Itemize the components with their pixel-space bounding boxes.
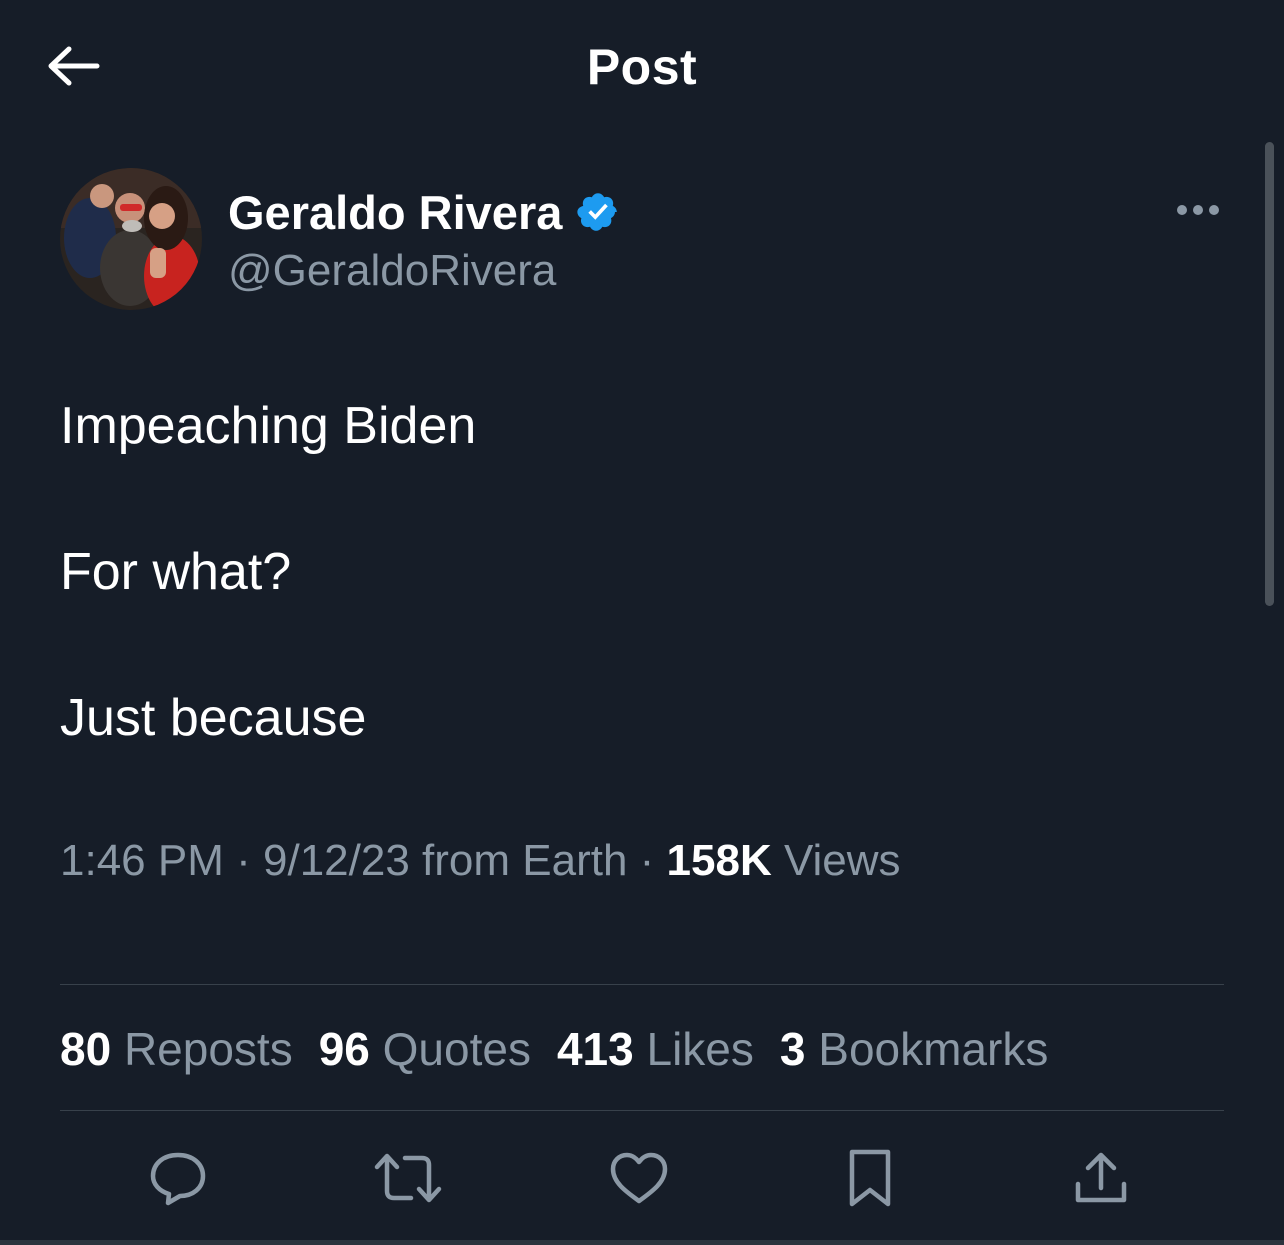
post-text-line-3: Just because [60,689,367,747]
post-time[interactable]: 1:46 PM [60,836,224,885]
like-button[interactable] [601,1140,677,1216]
top-bar: Post [0,0,1284,132]
share-button[interactable] [1063,1140,1139,1216]
bottom-divider [0,1240,1284,1245]
post-text-line-1: Impeaching Biden [60,397,477,455]
share-icon [1075,1152,1127,1203]
reply-button[interactable] [140,1140,216,1216]
action-bar [0,1140,1284,1216]
post-meta: 1:46 PM · 9/12/23 from Earth · 158K View… [60,836,901,886]
stat-likes[interactable]: 413 Likes [557,1022,754,1076]
avatar[interactable] [60,168,202,310]
repost-icon [374,1153,442,1203]
stat-label: Bookmarks [818,1023,1049,1075]
more-dots-icon [1177,205,1219,215]
avatar-photo [60,168,202,310]
stat-count: 96 [318,1023,370,1075]
scrollbar[interactable] [1265,142,1274,606]
stat-label: Reposts [123,1023,293,1075]
author-handle[interactable]: @GeraldoRivera [228,246,556,296]
divider [60,1110,1224,1111]
meta-separator: · [236,836,251,885]
views-count: 158K [666,836,772,885]
stat-quotes[interactable]: 96 Quotes [319,1022,531,1076]
stat-bookmarks[interactable]: 3 Bookmarks [780,1022,1048,1076]
meta-separator: · [639,836,655,885]
verified-badge-icon[interactable] [576,190,620,234]
engagement-stats: 80 Reposts 96 Quotes 413 Likes 3 Bookmar… [60,1022,1074,1076]
stat-reposts[interactable]: 80 Reposts [60,1022,293,1076]
stat-count: 80 [60,1023,112,1075]
post-date-source[interactable]: 9/12/23 from Earth [263,836,627,885]
stat-label: Likes [646,1023,754,1075]
divider [60,984,1224,985]
author-name-row: Geraldo Rivera [228,184,620,240]
stat-label: Quotes [382,1023,531,1075]
views-label: Views [783,836,901,885]
stat-count: 3 [779,1023,806,1075]
post-text-line-2: For what? [60,543,292,601]
reply-icon [150,1152,206,1206]
page-title: Post [586,39,698,95]
stat-count: 413 [556,1023,634,1075]
like-icon [610,1152,668,1204]
repost-button[interactable] [370,1140,446,1216]
bookmark-icon [849,1149,891,1207]
more-options-button[interactable] [1170,192,1226,228]
author-display-name[interactable]: Geraldo Rivera [228,185,562,240]
bookmark-button[interactable] [832,1140,908,1216]
